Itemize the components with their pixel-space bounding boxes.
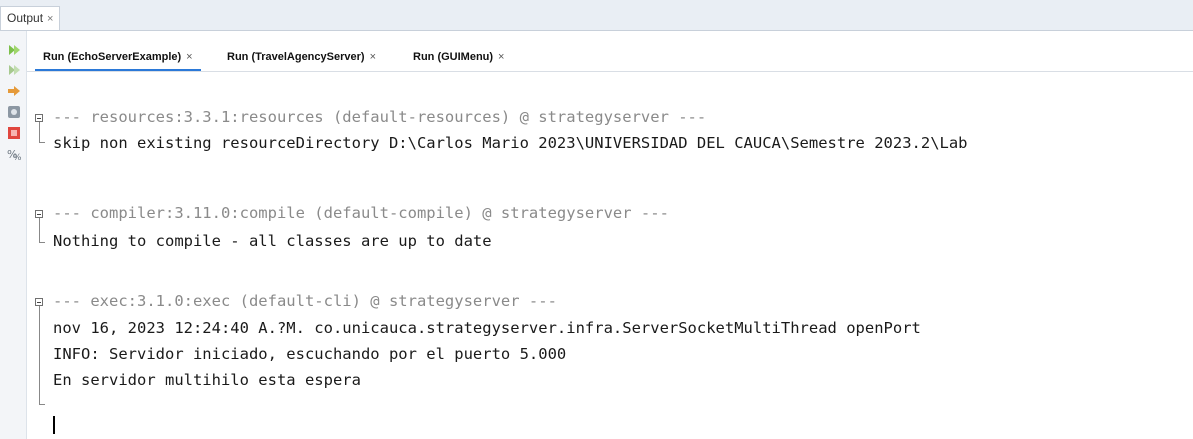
console-line: nov 16, 2023 12:24:40 A.?M. co.unicauca.… xyxy=(53,319,921,337)
fold-guide xyxy=(39,122,40,142)
close-icon[interactable]: × xyxy=(370,51,376,63)
tab-run-guimenu[interactable]: Run (GUIMenu) × xyxy=(405,43,512,71)
close-icon[interactable]: × xyxy=(186,51,192,63)
tab-run-echoserverexample[interactable]: Run (EchoServerExample) × xyxy=(35,43,201,71)
settings-icon[interactable] xyxy=(7,105,21,119)
output-tab[interactable]: Output × xyxy=(0,6,61,30)
output-panel-header: Output × xyxy=(0,0,1193,31)
tab-label: Run (GUIMenu) xyxy=(413,51,494,63)
text-caret xyxy=(53,416,55,434)
fold-guide xyxy=(39,142,45,143)
output-tab-label: Output xyxy=(7,11,44,25)
fold-toggle-icon[interactable] xyxy=(35,298,43,306)
fold-guide xyxy=(39,306,40,404)
stop-icon[interactable] xyxy=(7,126,21,140)
fold-toggle-icon[interactable] xyxy=(35,210,43,218)
close-icon[interactable]: × xyxy=(498,51,504,63)
tab-label: Run (TravelAgencyServer) xyxy=(227,51,365,63)
close-icon[interactable]: × xyxy=(47,13,53,25)
rerun-icon[interactable] xyxy=(7,43,21,57)
console-output[interactable]: --- resources:3.3.1:resources (default-r… xyxy=(27,72,1193,439)
fold-guide xyxy=(39,404,45,405)
clear-icon[interactable]: %% xyxy=(7,147,21,161)
console-line: Nothing to compile - all classes are up … xyxy=(53,232,492,250)
fold-guide xyxy=(39,242,45,243)
console-line: En servidor multihilo esta espera xyxy=(53,371,361,389)
console-line: --- resources:3.3.1:resources (default-r… xyxy=(53,108,707,126)
rerun-with-options-icon[interactable] xyxy=(7,63,21,77)
tab-label: Run (EchoServerExample) xyxy=(43,51,182,63)
tab-run-travelagencyserver[interactable]: Run (TravelAgencyServer) × xyxy=(219,43,384,71)
svg-text:%: % xyxy=(13,153,21,161)
run-tabs-bar: Run (EchoServerExample) × Run (TravelAgen… xyxy=(27,43,1193,72)
stop-arrow-icon[interactable] xyxy=(7,84,21,98)
output-toolbar: %% xyxy=(0,31,27,439)
fold-guide xyxy=(39,218,40,242)
console-line: skip non existing resourceDirectory D:\C… xyxy=(53,134,968,152)
console-line: INFO: Servidor iniciado, escuchando por … xyxy=(53,345,567,363)
console-line: --- exec:3.1.0:exec (default-cli) @ stra… xyxy=(53,292,557,310)
fold-toggle-icon[interactable] xyxy=(35,114,43,122)
console-line: --- compiler:3.11.0:compile (default-com… xyxy=(53,204,669,222)
